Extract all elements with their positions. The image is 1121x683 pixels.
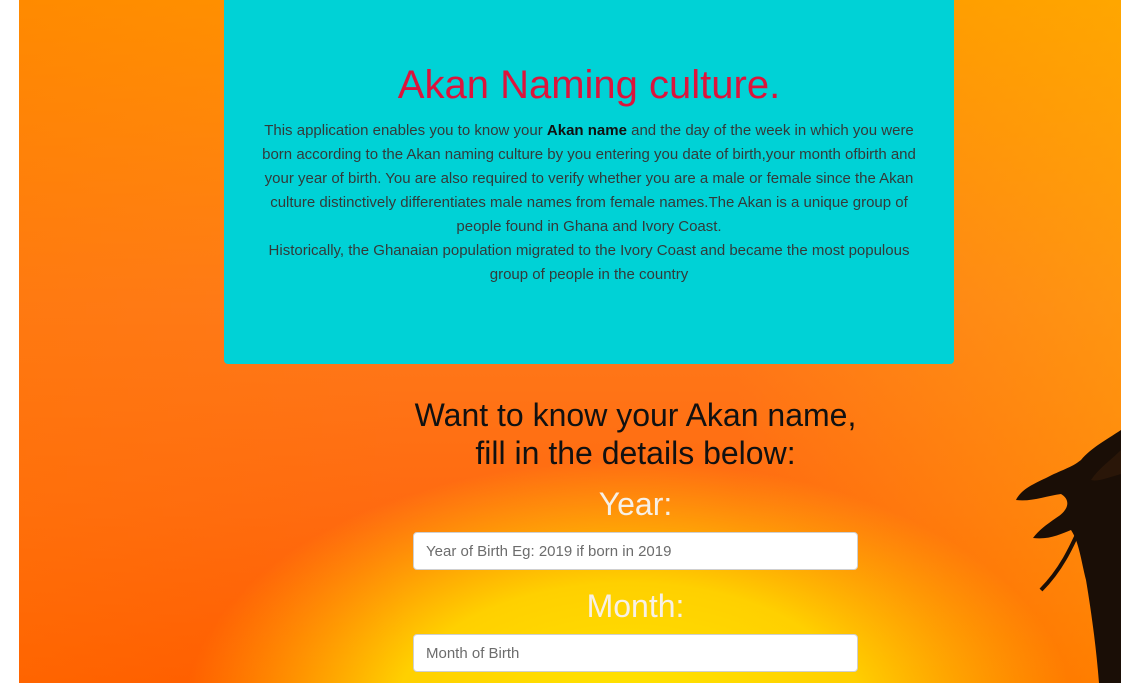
month-label: Month:	[586, 588, 685, 624]
intro-text: This application enables you to know you…	[256, 119, 922, 287]
year-label: Year:	[598, 486, 673, 522]
form-prompt-line2: fill in the details below:	[475, 435, 796, 471]
page-background: Akan Naming culture. This application en…	[19, 0, 1121, 683]
year-input[interactable]	[413, 532, 858, 570]
month-input[interactable]	[413, 634, 858, 672]
history-text: Historically, the Ghanaian population mi…	[268, 242, 910, 283]
intro-card: Akan Naming culture. This application en…	[224, 0, 954, 364]
intro-text-start: This application enables you to know you…	[264, 122, 547, 139]
akan-form: Want to know your Akan name, fill in the…	[399, 396, 872, 672]
acacia-tree-icon	[1016, 430, 1121, 683]
form-prompt: Want to know your Akan name, fill in the…	[399, 396, 872, 472]
form-prompt-line1: Want to know your Akan name,	[414, 397, 857, 433]
page-title: Akan Naming culture.	[397, 63, 781, 107]
intro-text-bold: Akan name	[546, 122, 627, 139]
